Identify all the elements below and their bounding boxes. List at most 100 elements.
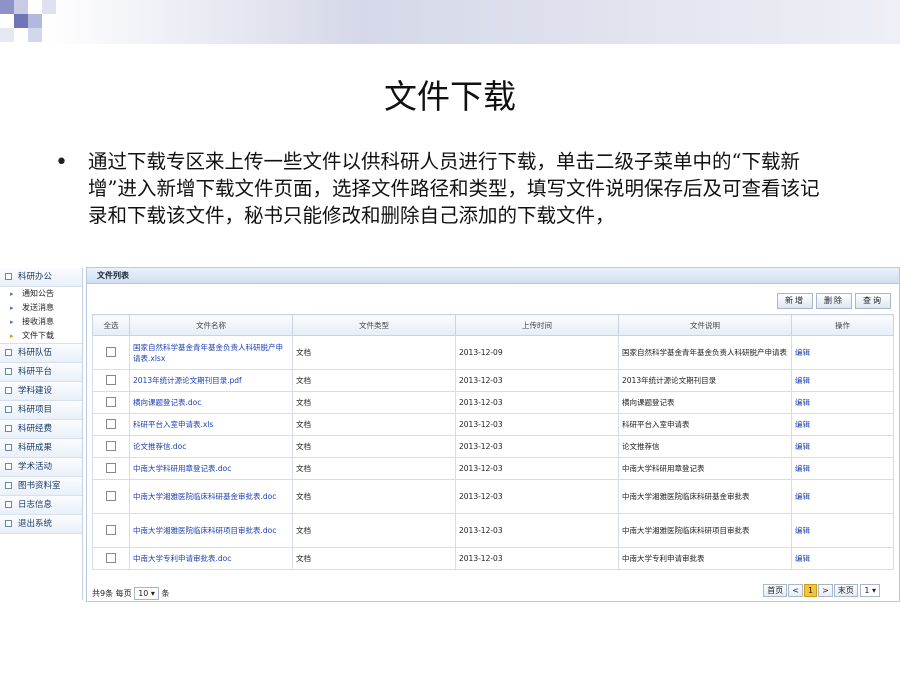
upload-time-cell: 2013-12-03 [455,547,619,570]
row-checkbox-cell [92,435,130,458]
deco-square [42,0,56,14]
sidebar-item-label: 科研项目 [18,405,53,415]
prev-page-button[interactable]: < [788,584,803,597]
file-name-link[interactable]: 论文推荐信.doc [129,435,293,458]
row-checkbox[interactable] [106,374,116,385]
row-checkbox[interactable] [106,490,116,501]
file-type-cell: 文档 [292,413,456,436]
delete-button[interactable]: 删除 [816,293,852,309]
upload-time-cell: 2013-12-03 [455,479,619,514]
file-name-link[interactable]: 中南大学科研用章登记表.doc [129,457,293,480]
row-checkbox[interactable] [106,462,116,473]
query-button[interactable]: 查询 [855,293,891,309]
sidebar-item-discipline[interactable]: 学科建设 [0,382,82,401]
table-row: 科研平台入室申请表.xls 文档 2013-12-03 科研平台入室申请表 编辑 [92,413,894,436]
file-name-link[interactable]: 中南大学专利申请审批表.doc [129,547,293,570]
sidebar-subitem-receive[interactable]: ▸ 接收消息 [0,315,82,329]
column-header: 文件类型 [292,314,456,336]
page-jump-select[interactable]: 1 ▾ [860,584,880,597]
table-row: 中南大学湘雅医院临床科研基金审批表.doc 文档 2013-12-03 中南大学湘雅医… [92,479,894,514]
row-checkbox[interactable] [106,440,116,451]
file-desc-cell: 国家自然科学基金青年基金负责人科研脱产申请表 [618,335,792,370]
per-page-unit: 条 [161,589,170,598]
edit-link[interactable]: 编辑 [791,547,894,570]
row-checkbox[interactable] [106,396,116,407]
edit-link[interactable]: 编辑 [791,335,894,370]
bullet-marker: • [55,150,68,175]
table-header-row: 全选 文件名称 文件类型 上传时间 文件说明 操作 [92,314,894,336]
sidebar-item-funding[interactable]: 科研经费 [0,420,82,439]
sidebar-item-label: 学科建设 [18,386,53,396]
sidebar-item-platform[interactable]: 科研平台 [0,363,82,382]
first-page-button[interactable]: 首页 [763,584,788,597]
column-header: 文件名称 [129,314,293,336]
sidebar-item-activities[interactable]: 学术活动 [0,458,82,477]
sidebar-subitem-send[interactable]: ▸ 发送消息 [0,301,82,315]
sidebar-item-results[interactable]: 科研成果 [0,439,82,458]
file-name-link[interactable]: 中南大学湘雅医院临床科研项目审批表.doc [129,513,293,548]
deco-square [28,28,42,42]
row-checkbox-cell [92,513,130,548]
menu-icon [5,463,12,470]
sidebar-subitem-label: 通知公告 [22,289,54,298]
file-name-link[interactable]: 横向课题登记表.doc [129,391,293,414]
row-checkbox-cell [92,335,130,370]
row-checkbox[interactable] [106,524,116,535]
sidebar-subitem-notice[interactable]: ▸ 通知公告 [0,287,82,301]
last-page-button[interactable]: 末页 [833,584,858,597]
sidebar-subitem-download[interactable]: ▸ 文件下载 [0,329,82,344]
table-row: 国家自然科学基金青年基金负责人科研脱产申请表.xlsx 文档 2013-12-09 国… [92,335,894,370]
menu-icon [5,368,12,375]
column-header: 文件说明 [618,314,792,336]
edit-link[interactable]: 编辑 [791,413,894,436]
file-desc-cell: 中南大学湘雅医院临床科研项目审批表 [618,513,792,548]
sidebar-item-library[interactable]: 图书资料室 [0,477,82,496]
column-header: 操作 [791,314,894,336]
next-page-button[interactable]: > [818,584,833,597]
file-name-link[interactable]: 中南大学湘雅医院临床科研基金审批表.doc [129,479,293,514]
table-row: 横向课题登记表.doc 文档 2013-12-03 横向课题登记表 编辑 [92,391,894,414]
upload-time-cell: 2013-12-03 [455,369,619,392]
select-all-header[interactable]: 全选 [92,314,130,336]
edit-link[interactable]: 编辑 [791,457,894,480]
toolbar: 新增 删除 查询 [774,293,891,309]
edit-link[interactable]: 编辑 [791,479,894,514]
menu-icon [5,349,12,356]
sidebar-item-projects[interactable]: 科研项目 [0,401,82,420]
edit-link[interactable]: 编辑 [791,513,894,548]
menu-icon [5,444,12,451]
sidebar-item-logs[interactable]: 日志信息 [0,496,82,515]
add-button[interactable]: 新增 [777,293,813,309]
sidebar-item-label: 科研平台 [18,367,53,377]
file-name-link[interactable]: 科研平台入室申请表.xls [129,413,293,436]
file-desc-cell: 论文推荐信 [618,435,792,458]
sidebar-group-office[interactable]: 科研办公 [0,268,82,287]
sidebar-item-team[interactable]: 科研队伍 [0,344,82,363]
upload-time-cell: 2013-12-03 [455,457,619,480]
row-checkbox-cell [92,457,130,480]
upload-time-cell: 2013-12-03 [455,435,619,458]
edit-link[interactable]: 编辑 [791,369,894,392]
edit-link[interactable]: 编辑 [791,435,894,458]
row-checkbox[interactable] [106,346,116,357]
menu-icon [5,520,12,527]
file-desc-cell: 科研平台入室申请表 [618,413,792,436]
arrow-icon: ▸ [10,290,14,298]
per-page-select[interactable]: 10 ▾ [134,587,159,600]
slide-header-bar [0,0,900,44]
file-desc-cell: 2013年统计源论文期刊目录 [618,369,792,392]
menu-icon [5,387,12,394]
arrow-icon: ▸ [10,318,14,326]
file-name-link[interactable]: 2013年统计源论文期刊目录.pdf [129,369,293,392]
row-checkbox[interactable] [106,552,116,563]
current-page[interactable]: 1 [804,584,818,597]
row-checkbox-cell [92,479,130,514]
sidebar-item-logout[interactable]: 退出系统 [0,515,82,534]
upload-time-cell: 2013-12-03 [455,391,619,414]
file-name-link[interactable]: 国家自然科学基金青年基金负责人科研脱产申请表.xlsx [129,335,293,370]
edit-link[interactable]: 编辑 [791,391,894,414]
sidebar-subitem-label: 接收消息 [22,317,54,326]
slide-title: 文件下载 [384,77,516,116]
row-checkbox[interactable] [106,418,116,429]
row-checkbox-cell [92,369,130,392]
